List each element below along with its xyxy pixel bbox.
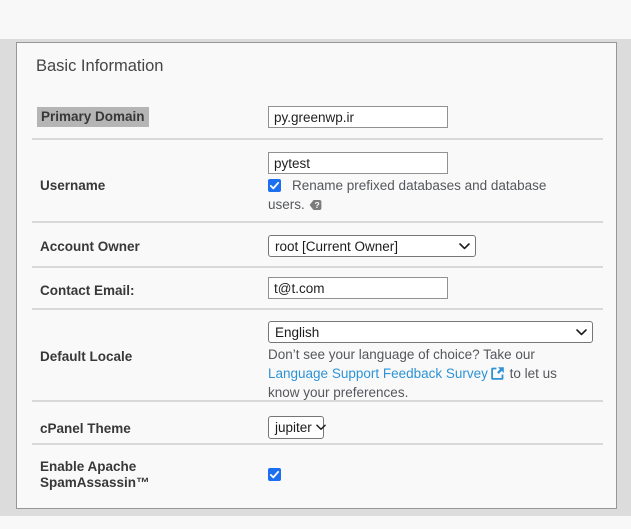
primary-domain-label: Primary Domain [37, 107, 149, 127]
help-icon[interactable]: ? [309, 198, 322, 211]
row-divider [32, 308, 603, 310]
spamassassin-checkbox[interactable] [268, 468, 281, 481]
language-survey-link-label: Language Support Feedback Survey [268, 366, 488, 381]
basic-information-section: Basic Information Primary Domain Usernam… [16, 42, 617, 509]
chevron-down-icon [576, 329, 587, 336]
primary-domain-input[interactable] [268, 106, 448, 128]
row-divider [32, 266, 603, 268]
contact-email-label: Contact Email: [40, 283, 135, 299]
language-survey-link[interactable]: Language Support Feedback Survey [268, 366, 506, 381]
section-title: Basic Information [36, 57, 163, 76]
svg-text:?: ? [314, 200, 319, 210]
row-divider [32, 221, 603, 223]
account-owner-select[interactable]: root [Current Owner] [268, 235, 476, 257]
chevron-down-icon [459, 243, 470, 250]
rename-databases-option: Rename prefixed databases and database u… [268, 176, 570, 214]
default-locale-label: Default Locale [40, 349, 132, 365]
username-input[interactable] [268, 152, 448, 174]
locale-help-text-before: Don’t see your language of choice? Take … [268, 347, 535, 362]
default-locale-selected-value: English [275, 325, 319, 340]
external-link-icon[interactable] [491, 367, 504, 380]
locale-help-text: Don’t see your language of choice? Take … [268, 345, 590, 402]
row-divider [32, 400, 603, 402]
chevron-down-icon [316, 424, 326, 431]
default-locale-select[interactable]: English [268, 321, 593, 343]
account-owner-label: Account Owner [40, 239, 140, 255]
spamassassin-label: Enable Apache SpamAssassin™ [40, 459, 190, 491]
row-divider [32, 443, 603, 445]
contact-email-input[interactable] [268, 277, 448, 299]
row-divider [32, 138, 603, 140]
cpanel-theme-selected-value: jupiter [275, 420, 312, 435]
page: Basic Information Primary Domain Usernam… [0, 0, 631, 529]
account-owner-selected-value: root [Current Owner] [275, 239, 398, 254]
cpanel-theme-select[interactable]: jupiter [268, 416, 324, 439]
cpanel-theme-label: cPanel Theme [40, 421, 131, 437]
username-label: Username [40, 178, 105, 194]
rename-databases-checkbox[interactable] [268, 179, 281, 192]
